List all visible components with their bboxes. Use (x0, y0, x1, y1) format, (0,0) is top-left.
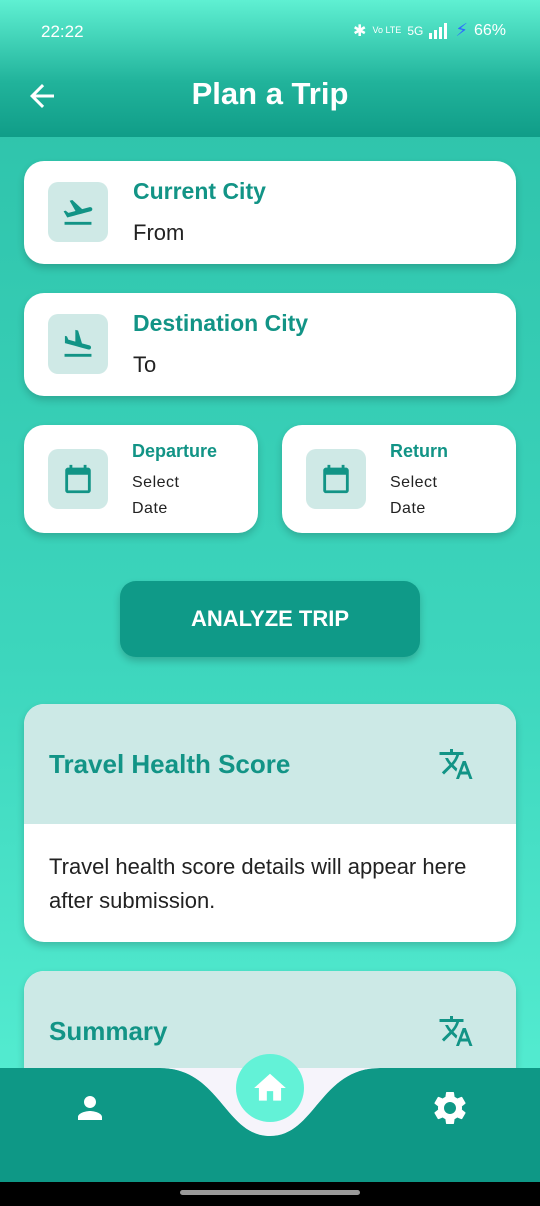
departure-value[interactable]: Select Date (132, 470, 212, 522)
destination-city-icon-box (48, 314, 108, 374)
settings-button[interactable] (430, 1088, 470, 1128)
travel-health-body: Travel health score details will appear … (49, 854, 467, 913)
current-city-icon-box (48, 182, 108, 242)
destination-city-card[interactable]: Destination City To (24, 293, 516, 396)
charging-icon: ⚡ (455, 20, 468, 40)
current-city-value[interactable]: From (133, 220, 184, 246)
summary-title: Summary (49, 1016, 168, 1046)
bluetooth-icon: ✱ (353, 22, 367, 40)
calendar-icon (65, 464, 91, 494)
destination-city-label: Destination City (133, 310, 309, 336)
analyze-trip-button[interactable]: ANALYZE TRIP (120, 581, 420, 657)
departure-label: Departure (132, 441, 218, 461)
home-icon (254, 1073, 286, 1101)
person-icon (78, 1096, 102, 1120)
return-value[interactable]: Select Date (390, 470, 470, 522)
signal-icon (429, 22, 448, 39)
battery-level: 66% (473, 21, 506, 39)
current-city-label: Current City (133, 178, 266, 204)
travel-health-header: Travel Health Score (24, 704, 516, 824)
travel-health-title: Travel Health Score (49, 749, 291, 779)
status-bar: 22:22 ✱ Vo LTE 5G ⚡ 66% (0, 0, 540, 60)
translate-icon (439, 749, 473, 779)
page-title: Plan a Trip (191, 76, 349, 111)
flight-land-icon (64, 329, 92, 357)
gesture-home-indicator[interactable] (180, 1190, 360, 1195)
return-icon-box (306, 449, 366, 509)
destination-city-value[interactable]: To (133, 352, 156, 378)
bottom-navigation (0, 1054, 540, 1182)
translate-icon (439, 1016, 473, 1046)
volte-icon: Vo LTE (372, 25, 402, 35)
gear-icon (434, 1092, 466, 1124)
profile-button[interactable] (72, 1090, 108, 1126)
translate-button[interactable] (438, 746, 474, 782)
status-icons: ✱ Vo LTE 5G ⚡ 66% (353, 20, 506, 41)
return-date-card[interactable]: Return Select Date (282, 425, 516, 533)
summary-translate-button[interactable] (438, 1013, 474, 1049)
status-time: 22:22 (41, 22, 84, 41)
home-button[interactable] (236, 1054, 304, 1122)
return-label: Return (390, 441, 448, 461)
calendar-icon (323, 464, 349, 494)
system-navigation-bar (0, 1182, 540, 1206)
departure-date-card[interactable]: Departure Select Date (24, 425, 258, 533)
departure-icon-box (48, 449, 108, 509)
current-city-card[interactable]: Current City From (24, 161, 516, 264)
signal-label: 5G (407, 23, 424, 38)
flight-takeoff-icon (63, 200, 93, 225)
travel-health-panel: Travel Health Score Travel health score … (24, 704, 516, 942)
